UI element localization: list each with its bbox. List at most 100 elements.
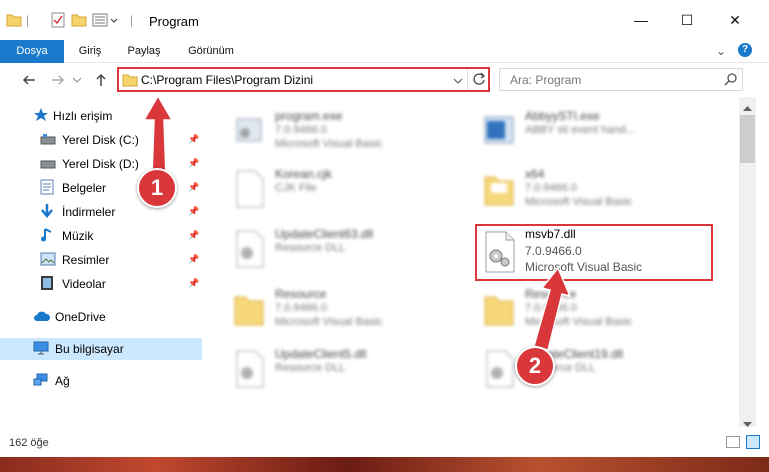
file-item[interactable]: Resource 7.0.9466.0 Microsoft Visual Bas… [205,281,445,341]
tab-file[interactable]: Dosya [0,40,64,63]
file-detail: Resource DLL [275,362,346,374]
properties-icon[interactable] [50,12,66,30]
file-detail: Microsoft Visual Basic [275,316,383,328]
file-detail: Microsoft Visual Basic [525,196,633,208]
documents-icon [40,179,62,198]
large-icons-view-icon[interactable] [746,435,760,449]
pin-icon[interactable]: 📌 [188,254,199,265]
sidebar-item-label: Resimler [62,253,110,267]
tab-view[interactable]: Görünüm [180,40,242,63]
file-version: 7.0.9466.0 [525,244,582,258]
sidebar-item-label: Bu bilgisayar [55,342,124,356]
file-item[interactable]: x64 7.0.9466.0 Microsoft Visual Basic [455,161,695,221]
title-bar: | | Program — ☐ ✕ [0,0,769,40]
file-name: Korean.cjk [275,167,332,181]
sidebar-item-downloads[interactable]: İndirmeler 📌 [0,201,202,223]
forward-button[interactable] [49,71,67,89]
sidebar-item-onedrive[interactable]: OneDrive [0,306,202,328]
highlighted-file-item[interactable]: msvb7.dll 7.0.9466.0 Microsoft Visual Ba… [475,224,713,281]
minimize-button[interactable]: — [618,0,664,40]
pin-icon[interactable]: 📌 [188,230,199,241]
separator-icon: | [26,13,30,27]
file-name: msvb7.dll [525,227,576,241]
file-name: AbbyySTI.exe [525,109,600,123]
file-name: x64 [525,167,545,181]
scrollbar-thumb[interactable] [740,115,755,163]
sidebar-item-music[interactable]: Müzik 📌 [0,225,202,247]
tab-home[interactable]: Giriş [68,40,112,63]
close-button[interactable]: ✕ [712,0,758,40]
expand-ribbon-icon[interactable]: ⌄ [716,44,726,58]
file-name: program.exe [275,109,343,123]
recent-locations-icon[interactable] [72,71,82,89]
pin-icon[interactable]: 📌 [188,278,199,289]
customize-toolbar-icon[interactable] [92,12,120,30]
item-count: 162 öğe [9,437,49,449]
file-detail: 7.0.9466.0 [275,302,327,314]
file-item[interactable]: program.exe 7.0.9466.0 Microsoft Visual … [205,103,445,163]
status-bar: 162 öğe [0,427,769,457]
sidebar-item-videos[interactable]: Videolar 📌 [0,273,202,295]
computer-icon [33,341,55,358]
new-folder-icon[interactable] [71,12,87,30]
details-view-icon[interactable] [726,436,740,448]
address-dropdown-icon[interactable] [453,74,463,88]
file-detail: 7.0.9466.0 [525,182,577,194]
vertical-scrollbar[interactable] [739,97,756,427]
sidebar-item-label: Müzik [62,229,94,243]
exe-icon [483,111,515,153]
search-input[interactable]: Ara: Program [510,73,581,87]
navigation-bar: C:\Program Files\Program Dizini Ara: Pro… [0,63,769,97]
sidebar-item-label: Videolar [62,277,106,291]
file-name: UpdateClient5.dll [275,347,367,361]
drive-icon [40,132,62,149]
explorer-window: | | Program — ☐ ✕ Dosya Giriş Paylaş Gör… [0,0,769,472]
star-icon [33,107,53,126]
folder-icon [122,72,138,91]
exe-icon [233,111,265,153]
file-detail: 7.0.9466.0 [275,124,327,136]
pictures-icon [40,252,62,269]
search-icon[interactable] [724,72,738,89]
step-number: 2 [515,346,555,386]
dll-icon [233,229,265,271]
callout-arrow-2 [533,266,572,351]
ribbon-tabs: Dosya Giriş Paylaş Görünüm ⌄ ? [0,40,769,63]
sidebar-item-pictures[interactable]: Resimler 📌 [0,249,202,271]
file-detail: CJK File [275,182,317,194]
sidebar-item-this-pc[interactable]: Bu bilgisayar [0,338,202,360]
sidebar-item-network[interactable]: Ağ [0,370,202,392]
address-bar[interactable]: C:\Program Files\Program Dizini [117,67,490,92]
maximize-button[interactable]: ☐ [664,0,710,40]
folder-icon [483,169,515,211]
file-name: UpdateClient63.dll [275,227,374,241]
help-icon[interactable]: ? [738,43,752,57]
file-detail: Resource DLL [275,242,346,254]
search-box[interactable]: Ara: Program [499,68,743,91]
dll-icon [483,230,517,277]
videos-icon [40,275,62,294]
file-item[interactable]: Korean.cjk CJK File [205,161,445,221]
document-icon [233,169,265,211]
network-icon [33,373,55,390]
up-button[interactable] [92,71,110,89]
folder-icon [483,289,515,331]
folder-icon [6,12,22,30]
step-number: 1 [137,168,177,208]
file-item[interactable]: AbbyySTI.exe ABBY sti event hand... [455,103,695,163]
pin-icon[interactable]: 📌 [188,206,199,217]
refresh-icon[interactable] [472,72,486,89]
file-detail: ABBY sti event hand... [525,124,635,136]
file-item[interactable]: UpdateClient63.dll Resource DLL [205,221,445,281]
tab-share[interactable]: Paylaş [118,40,170,63]
address-path: C:\Program Files\Program Dizini [141,73,314,87]
file-name: Resource [275,287,327,301]
window-title: Program [149,14,199,29]
music-icon [40,227,62,246]
sidebar-item-label: Yerel Disk (D:) [62,157,139,171]
back-button[interactable] [20,71,38,89]
dll-icon [483,349,515,391]
scroll-up-icon[interactable] [743,100,752,114]
cloud-icon [33,310,55,325]
file-item[interactable]: UpdateClient5.dll Resource DLL [205,341,445,401]
